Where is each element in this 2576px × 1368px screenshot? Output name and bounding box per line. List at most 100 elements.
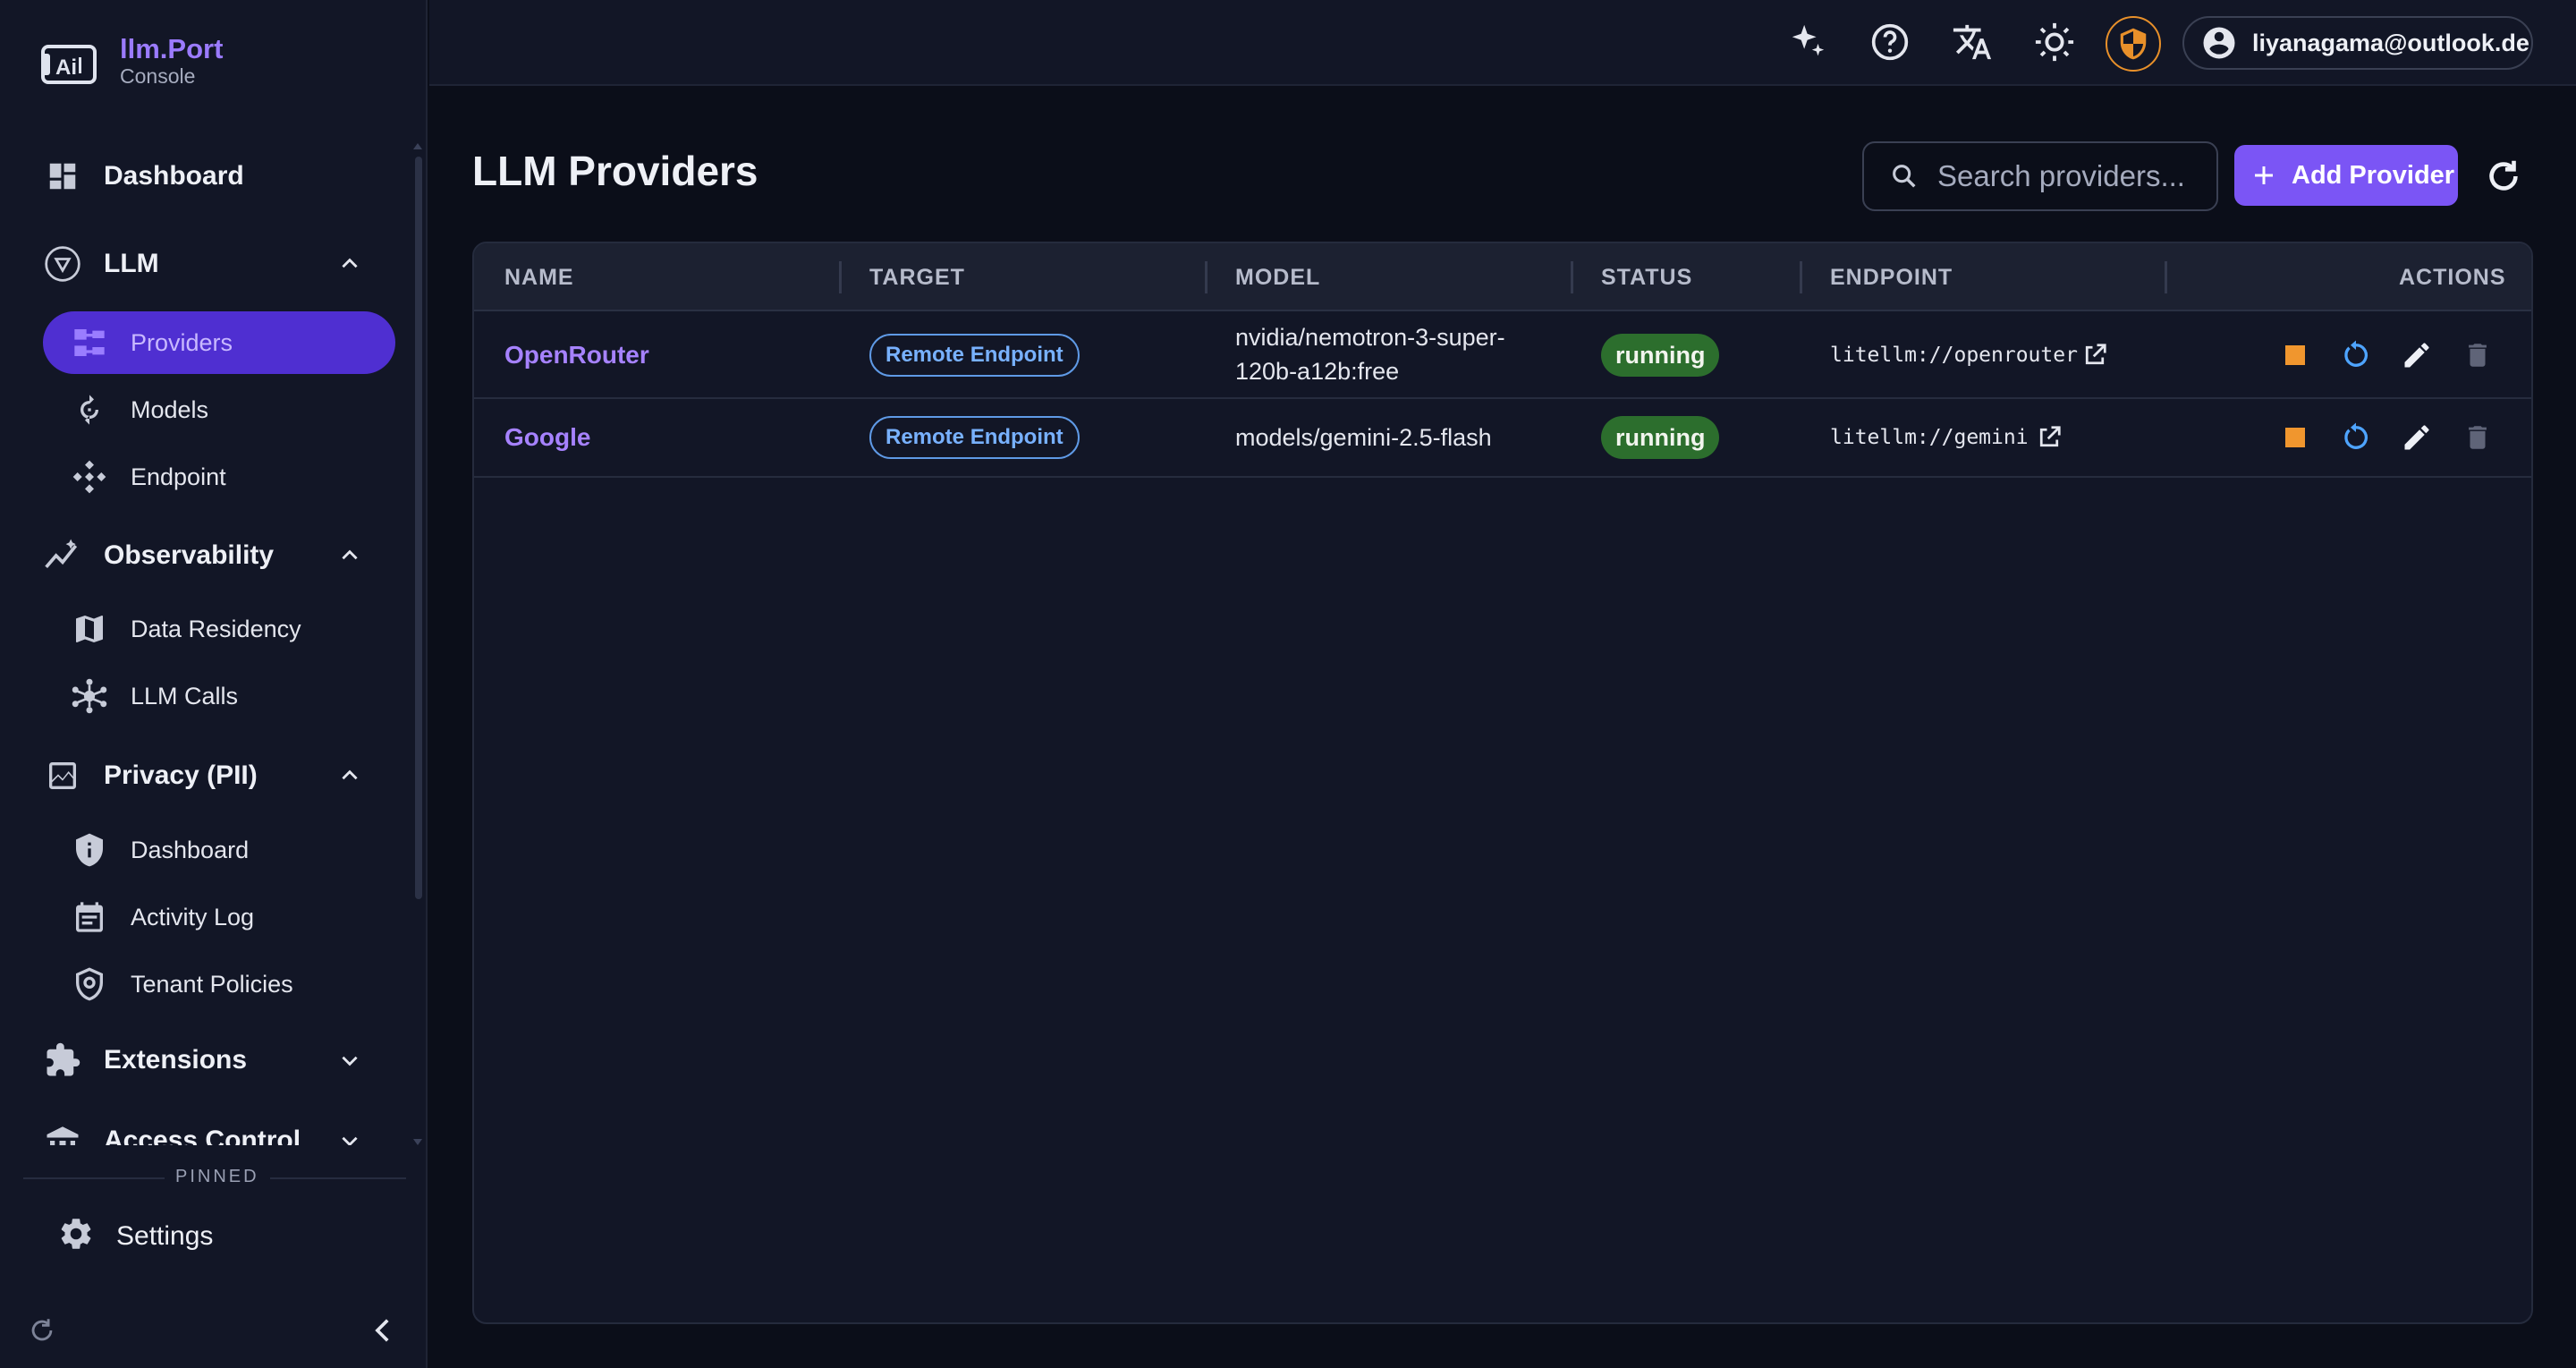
- sidebar-item-label: Dashboard: [131, 836, 250, 863]
- stop-button[interactable]: [2277, 337, 2313, 373]
- column-header-name[interactable]: NAME: [504, 265, 574, 291]
- model-value: nvidia/nemotron-3-super- 120b-a12b:free: [1235, 320, 1557, 388]
- target-badge: Remote Endpoint: [869, 334, 1080, 377]
- brand[interactable]: Ai llm.Port Console: [39, 33, 224, 89]
- sidebar-item-activity-log[interactable]: Activity Log: [43, 886, 395, 948]
- sidebar: Ai llm.Port Console Dashboard LLM Provid…: [0, 0, 428, 1368]
- trash-icon: [2469, 344, 2487, 367]
- sidebar-scrollbar[interactable]: [413, 143, 422, 1145]
- trash-icon: [2469, 426, 2487, 449]
- sidebar-group-access-control[interactable]: Access Control: [43, 1109, 395, 1145]
- sidebar-item-dashboard[interactable]: Dashboard: [43, 145, 395, 208]
- edit-button[interactable]: [2399, 337, 2435, 373]
- add-provider-button[interactable]: Add Provider: [2234, 145, 2458, 206]
- open-in-new-icon[interactable]: [2081, 342, 2108, 369]
- sidebar-item-llm-calls[interactable]: LLM Calls: [43, 665, 395, 727]
- sparkle-icon[interactable]: [1787, 21, 1828, 63]
- column-divider[interactable]: [1205, 261, 1208, 293]
- search-input[interactable]: [1937, 159, 2206, 193]
- column-divider[interactable]: [2165, 261, 2167, 293]
- column-header-model[interactable]: MODEL: [1235, 265, 1320, 291]
- plus-icon: [2255, 166, 2273, 184]
- model-value-line: 120b-a12b:free: [1235, 358, 1400, 385]
- sidebar-item-label: Extensions: [104, 1045, 248, 1075]
- scrollbar-thumb[interactable]: [415, 157, 422, 899]
- status-badge: running: [1601, 416, 1720, 459]
- sidebar-group-privacy[interactable]: Privacy (PII): [43, 744, 395, 807]
- sidebar-item-data-residency[interactable]: Data Residency: [43, 598, 395, 660]
- sidebar-item-settings[interactable]: Settings: [57, 1215, 213, 1257]
- scroll-up-arrow-icon[interactable]: [413, 143, 422, 149]
- column-header-status[interactable]: STATUS: [1601, 265, 1692, 291]
- access-icon: [43, 1121, 82, 1145]
- providers-icon: [70, 323, 109, 362]
- sidebar-nav: Dashboard LLM Providers Models Endpoint …: [0, 134, 413, 1145]
- pencil-icon: [2404, 425, 2429, 450]
- user-menu-button[interactable]: liyanagama@outlook.de: [2182, 16, 2533, 70]
- sidebar-item-label: Endpoint: [131, 463, 226, 490]
- refresh-icon[interactable]: [2483, 156, 2524, 197]
- pencil-icon: [2404, 343, 2429, 368]
- chevron-up-icon: [342, 258, 358, 268]
- stop-button[interactable]: [2277, 420, 2313, 455]
- sidebar-item-label: Models: [131, 395, 209, 423]
- svg-text:Ai: Ai: [55, 55, 77, 80]
- column-header-endpoint[interactable]: ENDPOINT: [1830, 265, 1953, 291]
- chevron-down-icon: [342, 1056, 358, 1066]
- scroll-down-arrow-icon[interactable]: [413, 1139, 422, 1145]
- theme-icon[interactable]: [2034, 21, 2075, 63]
- sidebar-group-llm[interactable]: LLM: [43, 233, 395, 295]
- open-in-new-icon[interactable]: [2036, 424, 2063, 451]
- edit-button[interactable]: [2399, 420, 2435, 455]
- model-value-line: nvidia/nemotron-3-super-: [1235, 324, 1505, 351]
- sidebar-item-providers[interactable]: Providers: [43, 311, 395, 374]
- sidebar-item-models[interactable]: Models: [43, 378, 395, 441]
- sidebar-item-pii-dashboard[interactable]: Dashboard: [43, 819, 395, 881]
- sidebar-group-extensions[interactable]: Extensions: [43, 1029, 395, 1092]
- delete-button[interactable]: [2460, 420, 2496, 455]
- map-icon: [70, 609, 109, 649]
- model-value: models/gemini-2.5-flash: [1235, 424, 1492, 451]
- column-divider[interactable]: [2531, 261, 2533, 293]
- sidebar-item-label: Data Residency: [131, 615, 301, 642]
- restart-button[interactable]: [2338, 420, 2374, 455]
- collapse-sidebar-icon[interactable]: [369, 1313, 399, 1347]
- hub-icon: [70, 676, 109, 716]
- column-divider[interactable]: [839, 261, 842, 293]
- restart-button[interactable]: [2338, 337, 2374, 373]
- endpoint-value: litellm://openrouter: [1830, 344, 2078, 367]
- llm-icon: [43, 244, 82, 284]
- column-header-actions: ACTIONS: [2399, 265, 2506, 290]
- help-icon[interactable]: [1869, 21, 1911, 63]
- observability-icon: [43, 536, 82, 575]
- refresh-icon[interactable]: [27, 1315, 57, 1346]
- sidebar-item-tenant-policies[interactable]: Tenant Policies: [43, 953, 395, 1015]
- target-badge: Remote Endpoint: [869, 416, 1080, 459]
- brand-name: llm.Port: [120, 33, 224, 64]
- delete-button[interactable]: [2460, 337, 2496, 373]
- sidebar-item-label: Activity Log: [131, 903, 255, 930]
- add-provider-label: Add Provider: [2292, 160, 2455, 190]
- sidebar-item-endpoint[interactable]: Endpoint: [43, 446, 395, 508]
- provider-name-link[interactable]: OpenRouter: [504, 341, 649, 370]
- sidebar-item-label: Dashboard: [104, 161, 244, 191]
- stop-icon: [2285, 428, 2305, 447]
- brand-logo-icon: Ai: [41, 44, 97, 84]
- account-icon: [2203, 27, 2235, 59]
- table-row[interactable]: Google Remote Endpoint models/gemini-2.5…: [474, 399, 2531, 478]
- sidebar-group-observability[interactable]: Observability: [43, 524, 395, 587]
- stop-icon: [2285, 345, 2305, 365]
- provider-name-link[interactable]: Google: [504, 423, 590, 452]
- shield-icon[interactable]: [2106, 16, 2161, 72]
- providers-table: NAME TARGET MODEL STATUS ENDPOINT ACTION…: [472, 242, 2533, 1324]
- shield-info-icon: [70, 830, 109, 870]
- chevron-down-icon: [342, 1136, 358, 1145]
- table-row[interactable]: OpenRouter Remote Endpoint nvidia/nemotr…: [474, 311, 2531, 399]
- search-box[interactable]: [1862, 141, 2218, 211]
- translate-icon[interactable]: [1952, 21, 1993, 63]
- sidebar-item-label: Providers: [131, 328, 233, 356]
- column-header-target[interactable]: TARGET: [869, 265, 965, 291]
- column-divider[interactable]: [1571, 261, 1573, 293]
- column-divider[interactable]: [1800, 261, 1802, 293]
- chevron-up-icon: [342, 549, 358, 560]
